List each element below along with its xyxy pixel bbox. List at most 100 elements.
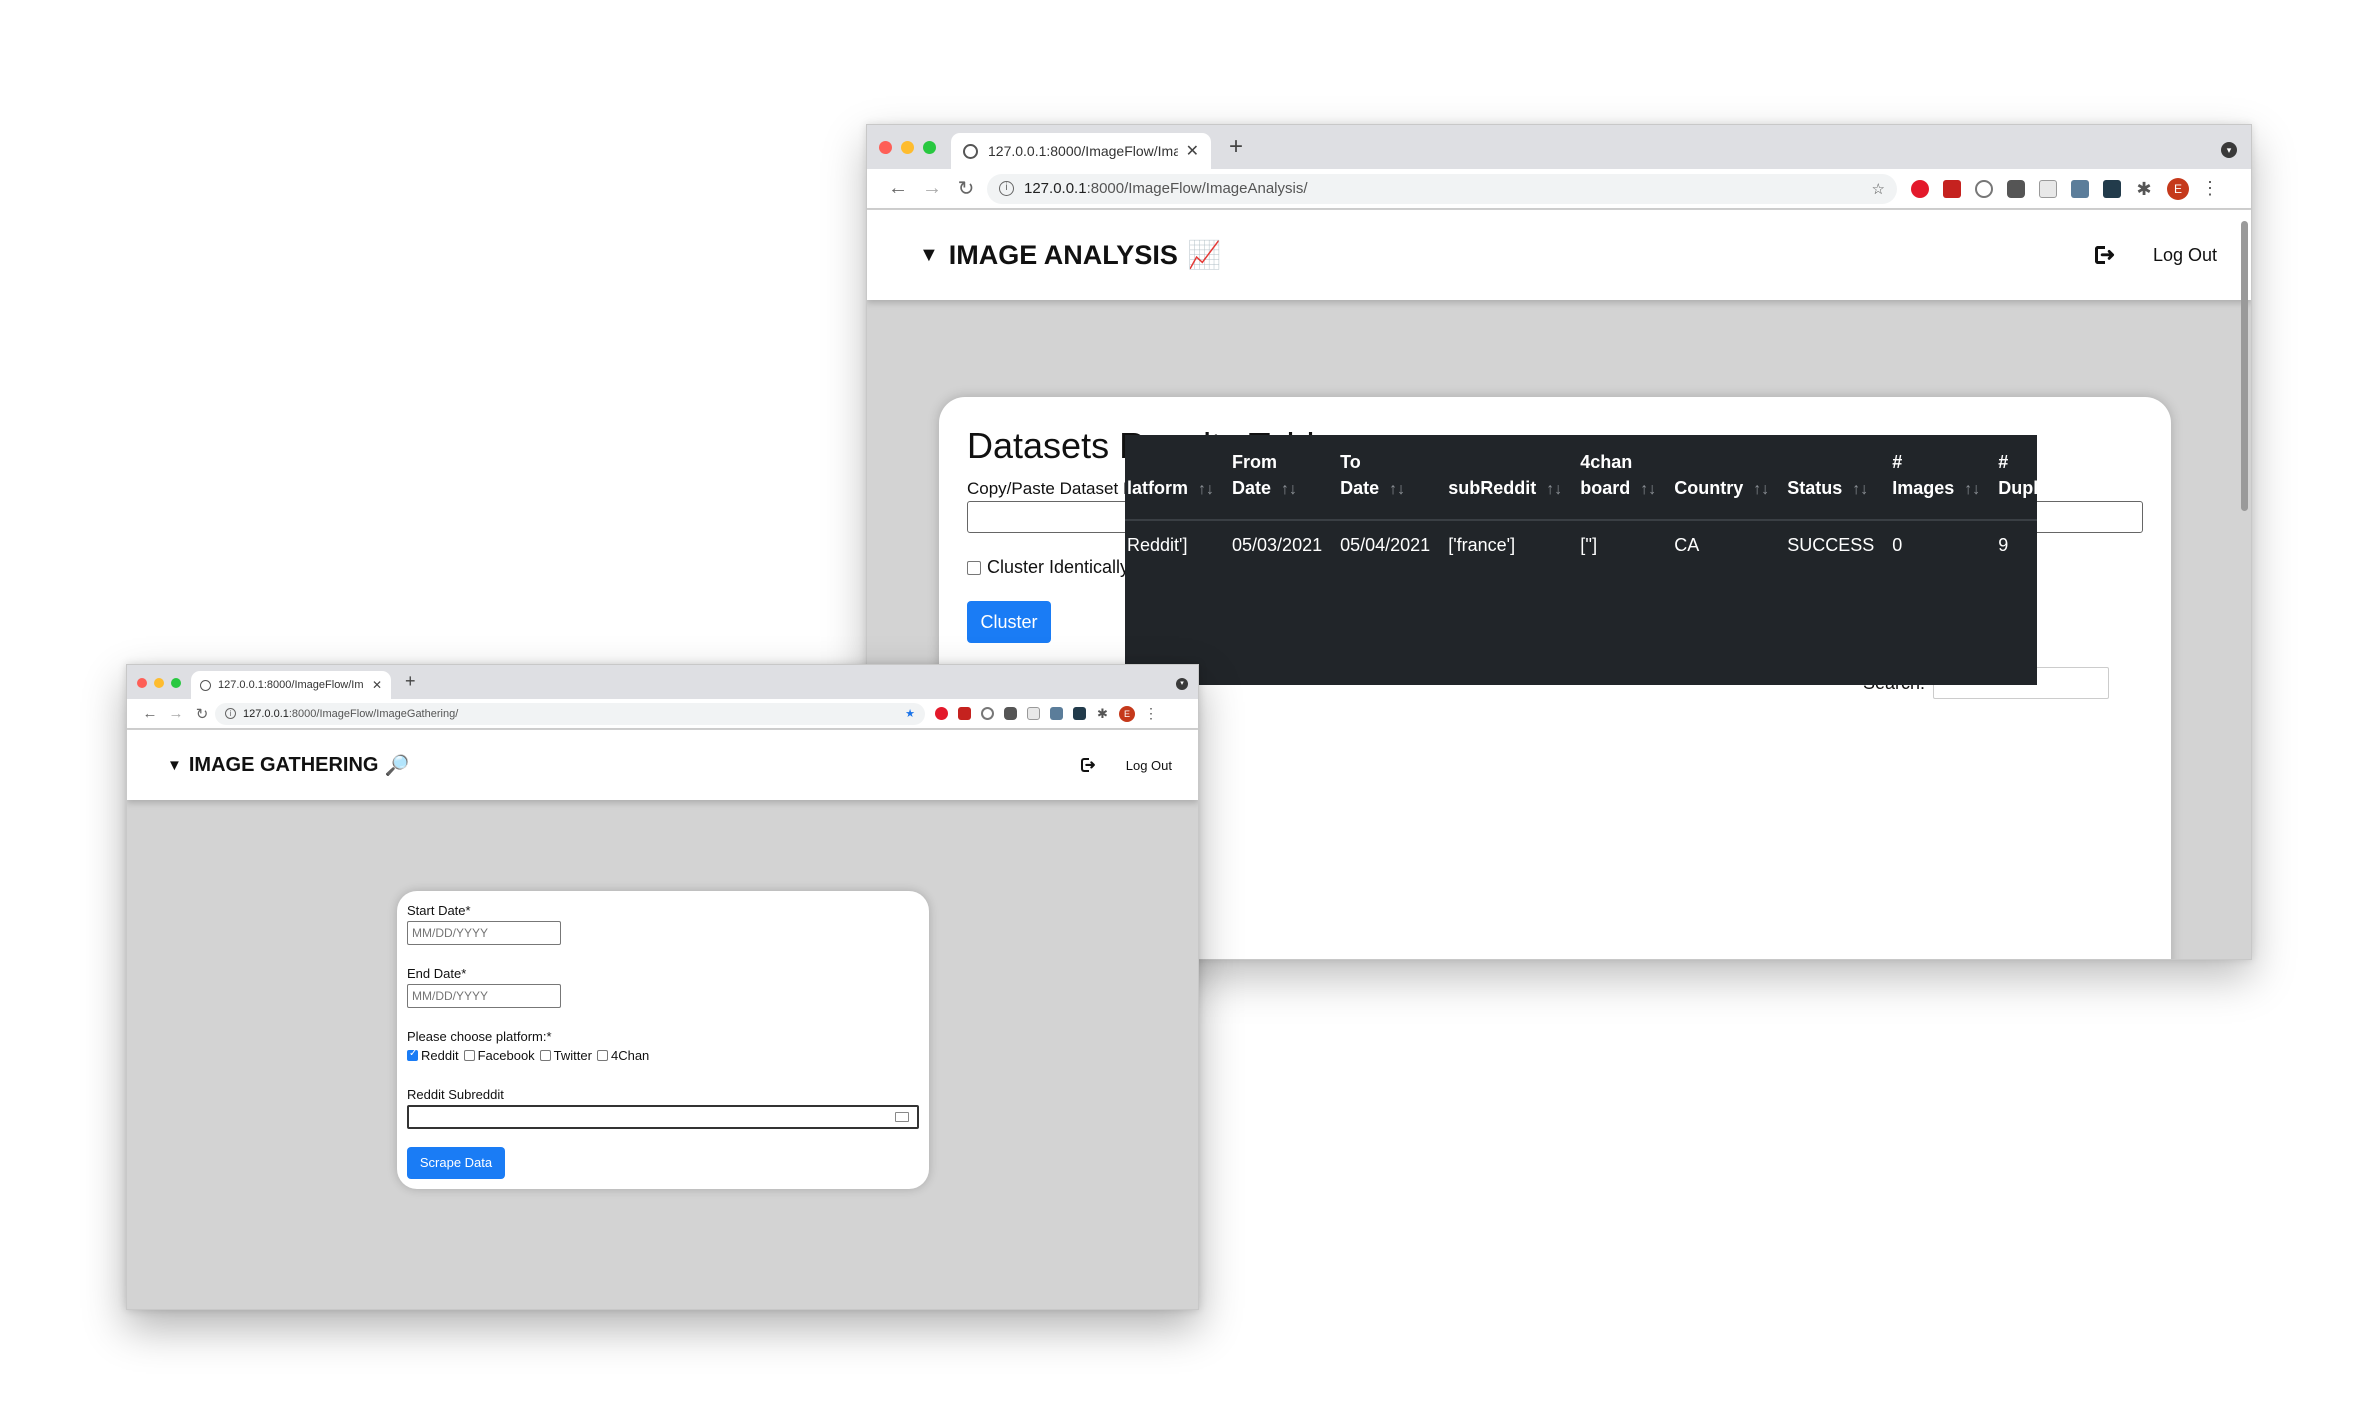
header-line-1: # <box>1998 452 2009 472</box>
table-header-cell[interactable]: Status ↑↓ <box>1777 435 1883 521</box>
cluster-identically-label: Cluster Identically <box>987 557 1130 577</box>
code-extension-icon[interactable] <box>2103 179 2121 198</box>
minimize-window-button[interactable] <box>154 678 164 688</box>
bookmark-star-icon[interactable]: ★ <box>905 707 915 720</box>
sort-icon[interactable]: ↑↓ <box>1281 481 1297 498</box>
forward-arrow-icon[interactable]: → <box>163 705 189 722</box>
platform-label-text: Facebook <box>477 1048 535 1063</box>
close-tab-icon[interactable]: ✕ <box>372 678 382 692</box>
platform-checkbox[interactable] <box>463 1050 475 1061</box>
table-header-cell[interactable]: #Duplicates↑↓ <box>1988 435 2037 521</box>
header-line-2: board <box>1580 478 1631 498</box>
page-header: ▼ IMAGE ANALYSIS 📈 ➜ Log Out <box>867 210 2251 300</box>
new-tab-button[interactable]: + <box>405 671 416 692</box>
document-extension-icon[interactable] <box>1027 707 1040 720</box>
logout-area[interactable]: ➜ Log Out <box>1080 757 1172 773</box>
table-row[interactable]: Reddit'] 05/03/2021 05/04/2021 ['france'] ['… <box>1125 520 2037 570</box>
close-window-button[interactable] <box>137 678 147 688</box>
calendar-extension-icon[interactable] <box>958 707 971 720</box>
platform-checkbox[interactable] <box>596 1050 608 1061</box>
platform-checkbox[interactable] <box>539 1050 551 1061</box>
sort-icon[interactable]: ↑↓ <box>1964 481 1980 498</box>
tab-search-icon[interactable]: ▾ <box>1176 678 1188 690</box>
subreddit-input[interactable] <box>407 1105 919 1129</box>
opera-extension-icon[interactable] <box>935 707 948 720</box>
bookmark-star-icon[interactable]: ☆ <box>1872 180 1885 198</box>
tab-search-icon[interactable]: ▾ <box>2221 142 2237 158</box>
info-icon[interactable]: i <box>999 181 1014 196</box>
sort-icon[interactable]: ↑↓ <box>1753 481 1769 498</box>
close-tab-icon[interactable]: ✕ <box>1186 141 1199 161</box>
table-header-cell[interactable]: subReddit ↑↓ <box>1438 435 1571 521</box>
address-bar[interactable]: i 127.0.0.1:8000/ImageFlow/ImageAnalysis… <box>987 173 1897 204</box>
url-path: :8000/ImageFlow/ImageGathering/ <box>288 707 459 720</box>
page-scrollbar[interactable] <box>2241 221 2248 511</box>
logout-area[interactable]: ➜ Log Out <box>2094 245 2217 266</box>
pause-extension-icon[interactable] <box>1975 179 1993 198</box>
info-icon[interactable]: i <box>225 708 236 719</box>
sort-icon[interactable]: ↑↓ <box>1198 481 1214 498</box>
table-header-cell[interactable]: # Images ↑↓ <box>1882 435 1989 521</box>
platform-label-text: Reddit <box>421 1048 459 1063</box>
tool-extension-icon[interactable] <box>1050 707 1063 720</box>
platform-option-reddit[interactable]: Reddit <box>407 1048 459 1063</box>
table-header-cell[interactable]: From Date ↑↓ <box>1222 435 1331 521</box>
logout-icon[interactable]: ➜ <box>1080 757 1098 772</box>
page-title[interactable]: ▼ IMAGE ANALYSIS 📈 <box>919 239 1221 271</box>
reload-icon[interactable]: ↻ <box>949 176 983 201</box>
scrape-data-button[interactable]: Scrape Data <box>407 1147 505 1179</box>
cluster-identically-checkbox[interactable] <box>967 560 981 575</box>
platform-option-twitter[interactable]: Twitter <box>539 1048 592 1063</box>
platform-option-facebook[interactable]: Facebook <box>463 1048 535 1063</box>
profile-avatar[interactable]: E <box>2167 177 2189 200</box>
maximize-window-button[interactable] <box>171 678 181 688</box>
back-arrow-icon[interactable]: ← <box>881 177 915 200</box>
table-header-cell[interactable]: 4chan board ↑↓ <box>1570 435 1665 521</box>
table-header-cell[interactable]: To Date ↑↓ <box>1330 435 1439 521</box>
table-header-cell[interactable]: latform ↑↓ <box>1125 435 1223 521</box>
start-date-input[interactable] <box>407 921 561 945</box>
address-bar[interactable]: i 127.0.0.1:8000/ImageFlow/ImageGatherin… <box>215 702 925 725</box>
end-date-input[interactable] <box>407 984 561 1008</box>
table-cell: 05/03/2021 <box>1232 535 1323 555</box>
new-tab-button[interactable]: + <box>1229 133 1243 161</box>
close-window-button[interactable] <box>879 141 892 154</box>
calendar-extension-icon[interactable] <box>1943 179 1961 198</box>
puzzle-extensions-icon[interactable]: ✱ <box>2135 180 2153 198</box>
recorder-extension-icon[interactable] <box>2007 179 2025 198</box>
back-arrow-icon[interactable]: ← <box>137 705 163 722</box>
profile-avatar[interactable]: E <box>1119 705 1135 722</box>
sort-icon[interactable]: ↑↓ <box>1546 481 1562 498</box>
platform-checkbox[interactable] <box>407 1048 418 1061</box>
header-line-2: latform <box>1127 478 1189 498</box>
browser-tab[interactable]: 127.0.0.1:8000/ImageFlow/Ima ✕ <box>951 133 1211 169</box>
puzzle-extensions-icon[interactable]: ✱ <box>1096 707 1109 720</box>
logout-link[interactable]: Log Out <box>1126 758 1172 773</box>
sort-icon[interactable]: ↑↓ <box>1852 481 1868 498</box>
browser-menu-icon[interactable]: ⋮ <box>2201 178 2219 199</box>
reload-icon[interactable]: ↻ <box>189 705 215 723</box>
cluster-identically-row[interactable]: Cluster Identically <box>967 557 1129 578</box>
browser-tab[interactable]: 127.0.0.1:8000/ImageFlow/Ima ✕ <box>191 671 391 699</box>
table-header-cell[interactable]: Country ↑↓ <box>1664 435 1778 521</box>
brand-title: IMAGE GATHERING <box>188 753 379 776</box>
browser-menu-icon[interactable]: ⋮ <box>1144 705 1158 722</box>
sort-icon[interactable]: ↑↓ <box>1640 481 1656 498</box>
maximize-window-button[interactable] <box>923 141 936 154</box>
document-extension-icon[interactable] <box>2039 179 2057 198</box>
minimize-window-button[interactable] <box>901 141 914 154</box>
page-title[interactable]: ▼ IMAGE GATHERING 🔎 <box>167 753 409 778</box>
recorder-extension-icon[interactable] <box>1004 707 1017 720</box>
forward-arrow-icon[interactable]: → <box>915 177 949 200</box>
sort-icon[interactable]: ↑↓ <box>1389 481 1405 498</box>
platform-label-text: 4Chan <box>610 1048 650 1063</box>
cluster-button[interactable]: Cluster <box>967 601 1051 643</box>
tool-extension-icon[interactable] <box>2071 179 2089 198</box>
opera-extension-icon[interactable] <box>1911 179 1929 198</box>
logout-link[interactable]: Log Out <box>2153 245 2217 266</box>
code-extension-icon[interactable] <box>1073 707 1086 720</box>
platform-option-4chan[interactable]: 4Chan <box>596 1048 650 1063</box>
logout-icon[interactable]: ➜ <box>2094 245 2117 265</box>
pause-extension-icon[interactable] <box>981 707 994 720</box>
page-header: ▼ IMAGE GATHERING 🔎 ➜ Log Out <box>127 730 1198 800</box>
